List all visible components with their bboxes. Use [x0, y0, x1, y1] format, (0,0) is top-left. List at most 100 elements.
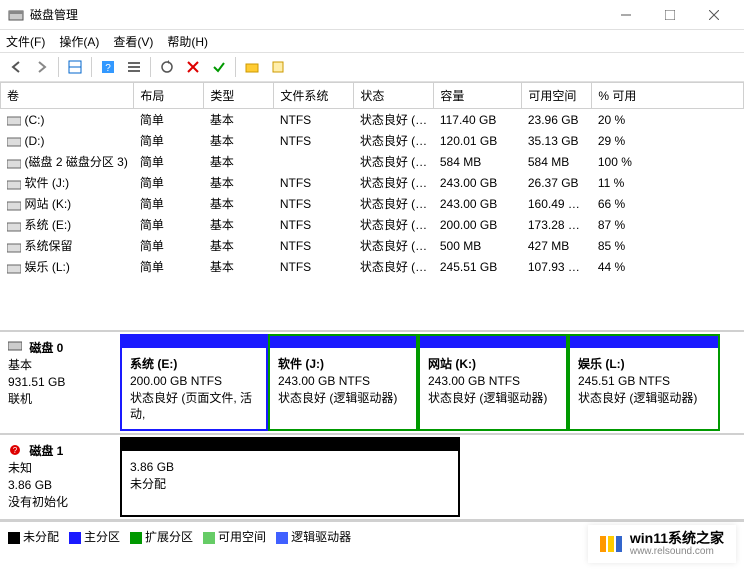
properties-icon[interactable] [266, 55, 290, 79]
disk-info[interactable]: 磁盘 0 基本 931.51 GB 联机 [0, 332, 118, 433]
legend-swatch [130, 532, 142, 544]
col-volume[interactable]: 卷 [1, 83, 134, 109]
partition-size: 245.51 GB NTFS [578, 373, 710, 390]
delete-icon[interactable] [181, 55, 205, 79]
view-split-icon[interactable] [63, 55, 87, 79]
menu-help[interactable]: 帮助(H) [167, 33, 208, 50]
partition-name: 软件 (J:) [278, 356, 408, 373]
maximize-button[interactable] [648, 1, 692, 29]
legend-item: 逻辑驱动器 [276, 528, 351, 545]
disk-status: 联机 [8, 392, 32, 406]
partition-stripe [570, 336, 718, 348]
partition[interactable]: 娱乐 (L:)245.51 GB NTFS状态良好 (逻辑驱动器) [568, 334, 720, 431]
volume-table[interactable]: 卷 布局 类型 文件系统 状态 容量 可用空间 % 可用 (C:)简单基本NTF… [0, 82, 744, 277]
volume-icon [7, 200, 21, 210]
toolbar-separator [150, 57, 151, 77]
minimize-button[interactable] [604, 1, 648, 29]
partition-status: 状态良好 (逻辑驱动器) [578, 390, 710, 407]
help-icon[interactable]: ? [96, 55, 120, 79]
partition-stripe [270, 336, 416, 348]
table-row[interactable]: 网站 (K:)简单基本NTFS状态良好 (…243.00 GB160.49 …6… [1, 193, 744, 214]
table-row[interactable]: 娱乐 (L:)简单基本NTFS状态良好 (…245.51 GB107.93 …4… [1, 256, 744, 277]
col-fs[interactable]: 文件系统 [274, 83, 354, 109]
col-type[interactable]: 类型 [204, 83, 274, 109]
disk-partitions: 3.86 GB未分配 [118, 435, 744, 519]
forward-button[interactable] [30, 55, 54, 79]
toolbar-separator [58, 57, 59, 77]
col-pct[interactable]: % 可用 [592, 83, 744, 109]
col-capacity[interactable]: 容量 [434, 83, 522, 109]
partition-name: 娱乐 (L:) [578, 356, 710, 373]
disk-type: 基本 [8, 358, 32, 372]
toolbar-separator [235, 57, 236, 77]
legend-swatch [69, 532, 81, 544]
refresh-icon[interactable] [155, 55, 179, 79]
volume-icon [7, 221, 21, 231]
menu-file[interactable]: 文件(F) [6, 33, 45, 50]
watermark-logo [600, 536, 622, 552]
legend-item: 可用空间 [203, 528, 266, 545]
disk-status: 没有初始化 [8, 495, 68, 509]
partition-size: 243.00 GB NTFS [428, 373, 558, 390]
partition-status: 状态良好 (逻辑驱动器) [428, 390, 558, 407]
disk-size: 3.86 GB [8, 478, 52, 492]
partition-status: 状态良好 (页面文件, 活动, [130, 390, 258, 424]
close-button[interactable] [692, 1, 736, 29]
table-header-row: 卷 布局 类型 文件系统 状态 容量 可用空间 % 可用 [1, 83, 744, 109]
disk-size: 931.51 GB [8, 375, 65, 389]
disk-graphic-panel: 磁盘 0 基本 931.51 GB 联机 系统 (E:)200.00 GB NT… [0, 332, 744, 521]
legend-item: 主分区 [69, 528, 120, 545]
table-row[interactable]: (磁盘 2 磁盘分区 3)简单基本状态良好 (…584 MB584 MB100 … [1, 151, 744, 172]
app-icon [8, 7, 24, 23]
col-layout[interactable]: 布局 [134, 83, 204, 109]
disk-row: ? 磁盘 1 未知 3.86 GB 没有初始化 3.86 GB未分配 [0, 435, 744, 521]
table-row[interactable]: (C:)简单基本NTFS状态良好 (…117.40 GB23.96 GB20 % [1, 109, 744, 131]
table-row[interactable]: 系统 (E:)简单基本NTFS状态良好 (…200.00 GB173.28 …8… [1, 214, 744, 235]
table-row[interactable]: (D:)简单基本NTFS状态良好 (…120.01 GB35.13 GB29 % [1, 130, 744, 151]
menu-view[interactable]: 查看(V) [113, 33, 153, 50]
partition-name: 网站 (K:) [428, 356, 558, 373]
table-row[interactable]: 软件 (J:)简单基本NTFS状态良好 (…243.00 GB26.37 GB1… [1, 172, 744, 193]
partition-stripe [122, 439, 458, 451]
partition-size: 243.00 GB NTFS [278, 373, 408, 390]
partition[interactable]: 系统 (E:)200.00 GB NTFS状态良好 (页面文件, 活动, [120, 334, 268, 431]
title-bar: 磁盘管理 [0, 0, 744, 30]
disk-name: 磁盘 1 [29, 444, 63, 458]
partition-size: 200.00 GB NTFS [130, 373, 258, 390]
watermark: win11系统之家 www.relsound.com [588, 525, 736, 563]
menu-bar: 文件(F) 操作(A) 查看(V) 帮助(H) [0, 30, 744, 52]
partition-status: 状态良好 (逻辑驱动器) [278, 390, 408, 407]
col-free[interactable]: 可用空间 [522, 83, 592, 109]
legend-item: 扩展分区 [130, 528, 193, 545]
legend-swatch [276, 532, 288, 544]
legend-item: 未分配 [8, 528, 59, 545]
watermark-title: win11系统之家 [630, 531, 724, 546]
watermark-url: www.relsound.com [630, 546, 724, 557]
disk-row: 磁盘 0 基本 931.51 GB 联机 系统 (E:)200.00 GB NT… [0, 332, 744, 435]
window-controls [604, 1, 736, 29]
col-status[interactable]: 状态 [354, 83, 434, 109]
partition[interactable]: 3.86 GB未分配 [120, 437, 460, 517]
table-row[interactable]: 系统保留简单基本NTFS状态良好 (…500 MB427 MB85 % [1, 235, 744, 256]
legend-swatch [8, 532, 20, 544]
back-button[interactable] [4, 55, 28, 79]
volume-icon [7, 136, 21, 146]
volume-icon [7, 179, 21, 189]
folder-icon[interactable] [240, 55, 264, 79]
partition[interactable]: 网站 (K:)243.00 GB NTFS状态良好 (逻辑驱动器) [418, 334, 568, 431]
toolbar: ? [0, 52, 744, 82]
disk-unknown-icon: ? [8, 444, 22, 461]
menu-action[interactable]: 操作(A) [59, 33, 99, 50]
svg-text:?: ? [105, 63, 111, 74]
partition-size: 3.86 GB [130, 459, 450, 476]
legend-swatch [203, 532, 215, 544]
disk-type: 未知 [8, 461, 32, 475]
partition[interactable]: 软件 (J:)243.00 GB NTFS状态良好 (逻辑驱动器) [268, 334, 418, 431]
disk-info[interactable]: ? 磁盘 1 未知 3.86 GB 没有初始化 [0, 435, 118, 519]
volume-icon [7, 263, 21, 273]
disk-partitions: 系统 (E:)200.00 GB NTFS状态良好 (页面文件, 活动,软件 (… [118, 332, 744, 433]
check-icon[interactable] [207, 55, 231, 79]
partition-status: 未分配 [130, 476, 450, 493]
disk-icon [8, 340, 22, 357]
list-icon[interactable] [122, 55, 146, 79]
